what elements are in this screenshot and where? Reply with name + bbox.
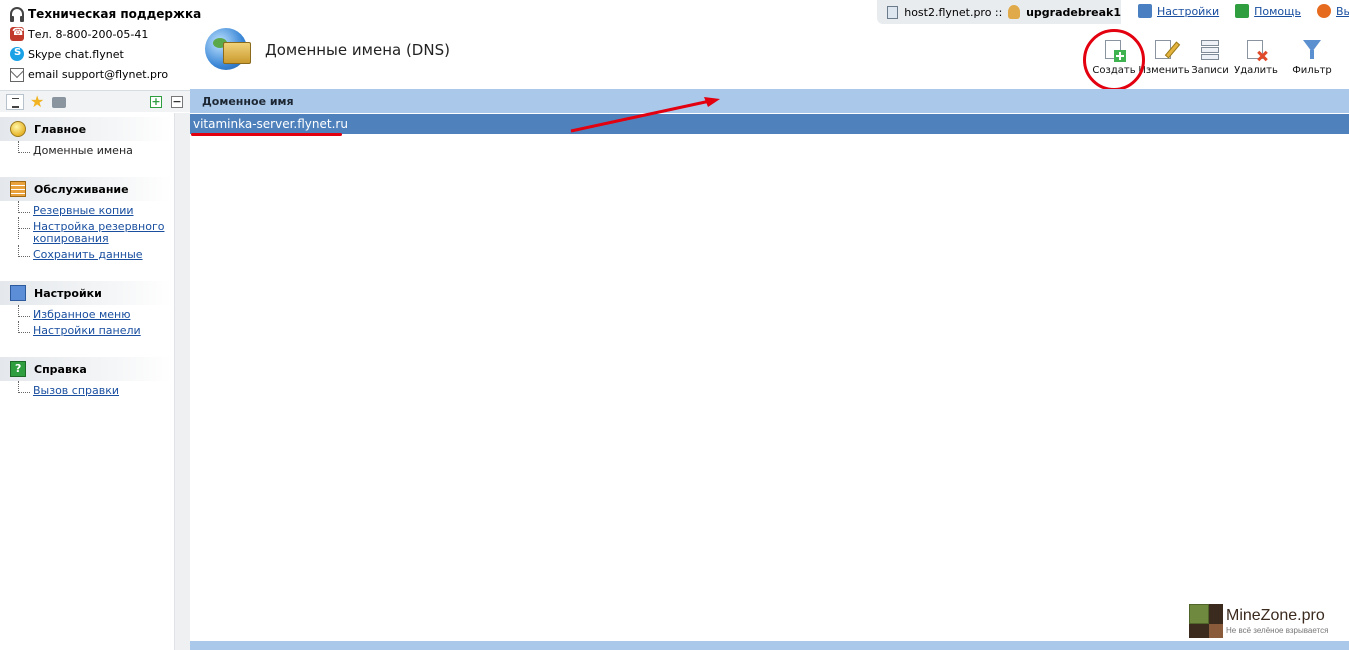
exit-link[interactable]: Выйт [1317, 4, 1349, 18]
settings-link[interactable]: Настройки [1138, 4, 1219, 18]
power-icon [1317, 4, 1331, 18]
filter-icon [1300, 38, 1324, 62]
sidebar-group-help: Справка Вызов справки [0, 357, 172, 401]
sidebar-group-title: Настройки [34, 286, 102, 300]
sidebar-group-header[interactable]: Обслуживание [0, 177, 172, 201]
sidebar-group-header[interactable]: Настройки [0, 281, 172, 305]
server-icon [887, 5, 899, 19]
support-skype-row: Skype chat.flynet [10, 44, 190, 64]
support-title-row: Техническая поддержка [10, 4, 201, 24]
delete-label: Удалить [1234, 65, 1278, 76]
help-icon [10, 361, 26, 377]
menu-list-tab[interactable] [6, 93, 24, 110]
help-icon [1235, 4, 1250, 18]
support-skype: Skype chat.flynet [28, 47, 124, 61]
sidebar-item-call-help[interactable]: Вызов справки [18, 381, 172, 397]
sidebar-item-favorite-menu[interactable]: Избранное меню [18, 305, 172, 321]
expand-all-icon[interactable]: + [150, 96, 162, 108]
support-email: email support@flynet.pro [28, 67, 169, 81]
annotation-arrow [570, 97, 720, 133]
table-footer-bar [190, 641, 1349, 650]
monitor-icon [1138, 4, 1152, 18]
help-link-label: Помощь [1254, 4, 1301, 18]
support-block: Техническая поддержка Тел. 8-800-200-05-… [10, 4, 201, 84]
table-row[interactable]: vitaminka-server.flynet.ru [190, 114, 1349, 134]
home-icon [10, 121, 26, 137]
sidebar-item-label[interactable]: Настройка резервного копирования [33, 220, 164, 245]
support-email-row: email support@flynet.pro [10, 64, 190, 84]
exit-link-label: Выйт [1336, 4, 1349, 18]
sidebar-item-domain-names[interactable]: Доменные имена [18, 141, 172, 157]
sidebar-group-title: Справка [34, 362, 87, 376]
sidebar-group-main: Главное Доменные имена [0, 117, 172, 161]
delete-button[interactable]: Удалить [1232, 38, 1280, 76]
top-links: Настройки Помощь Выйт [1138, 4, 1349, 18]
settings-link-label: Настройки [1157, 4, 1220, 18]
sidebar-item-label[interactable]: Избранное меню [33, 308, 130, 321]
sidebar-item-backups[interactable]: Резервные копии [18, 201, 172, 217]
sidebar-item-label[interactable]: Настройки панели [33, 324, 141, 337]
create-button[interactable]: Создать [1088, 38, 1140, 76]
sidebar-item-save-data[interactable]: Сохранить данные [18, 245, 172, 261]
headset-icon [10, 7, 24, 22]
mail-icon [10, 68, 24, 82]
sidebar-item-label: Доменные имена [33, 144, 133, 157]
sidebar-item-panel-settings[interactable]: Настройки панели [18, 321, 172, 337]
sidebar-group-title: Главное [34, 122, 87, 136]
edit-label: Изменить [1138, 65, 1190, 76]
host-name: host2.flynet.pro :: [904, 5, 1003, 19]
annotation-underline [191, 133, 342, 136]
sidebar-group-header[interactable]: Главное [0, 117, 172, 141]
watermark: MineZone.pro Не всё зелёное взрывается [1189, 604, 1349, 640]
favorites-tab[interactable] [29, 92, 47, 111]
sidebar-group-title: Обслуживание [34, 182, 129, 196]
briefcase-tab[interactable] [52, 97, 66, 108]
support-phone-row: Тел. 8-800-200-05-41 [10, 24, 190, 44]
sidebar-item-label[interactable]: Резервные копии [33, 204, 134, 217]
collapse-all-icon[interactable]: − [171, 96, 183, 108]
help-link[interactable]: Помощь [1235, 4, 1301, 18]
sidebar-group-maintenance: Обслуживание Резервные копии Настройка р… [0, 177, 172, 265]
support-phone: Тел. 8-800-200-05-41 [28, 27, 149, 41]
sidebar-item-backup-settings[interactable]: Настройка резервного копирования [18, 217, 172, 245]
column-header-domain[interactable]: Доменное имя [202, 95, 294, 108]
watermark-brand: MineZone.pro [1226, 607, 1325, 624]
sidebar-tabs: + − [0, 90, 190, 112]
dns-globe-icon [205, 28, 251, 72]
records-icon [1198, 38, 1222, 62]
user-icon [1008, 5, 1021, 19]
edit-icon [1152, 38, 1181, 62]
page-title: Доменные имена (DNS) [265, 41, 450, 59]
create-label: Создать [1092, 65, 1136, 76]
support-title: Техническая поддержка [28, 7, 202, 21]
watermark-tagline: Не всё зелёное взрывается [1226, 626, 1329, 635]
minezone-logo-icon [1189, 604, 1223, 638]
host-bar: host2.flynet.pro :: upgradebreak1 [877, 0, 1121, 24]
records-label: Записи [1191, 65, 1229, 76]
sidebar-item-label[interactable]: Сохранить данные [33, 248, 143, 261]
skype-icon [10, 47, 24, 61]
toolbar: Создать Изменить Записи Удалить Фильтр [1088, 38, 1344, 76]
settings-icon [10, 285, 26, 301]
user-name: upgradebreak1 [1026, 5, 1121, 19]
delete-icon [1244, 38, 1268, 62]
sidebar-item-label[interactable]: Вызов справки [33, 384, 119, 397]
sidebar-group-header[interactable]: Справка [0, 357, 172, 381]
phone-icon [10, 27, 24, 41]
sidebar: Главное Доменные имена Обслуживание Резе… [0, 113, 174, 650]
maintenance-icon [10, 181, 26, 197]
filter-button[interactable]: Фильтр [1280, 38, 1344, 76]
sidebar-group-settings: Настройки Избранное меню Настройки панел… [0, 281, 172, 341]
records-button[interactable]: Записи [1188, 38, 1232, 76]
create-icon [1102, 38, 1126, 62]
edit-button[interactable]: Изменить [1138, 38, 1190, 76]
domain-cell: vitaminka-server.flynet.ru [193, 117, 348, 131]
sidebar-splitter[interactable] [174, 113, 190, 650]
filter-label: Фильтр [1292, 65, 1332, 76]
table-header: Доменное имя [190, 89, 1349, 113]
